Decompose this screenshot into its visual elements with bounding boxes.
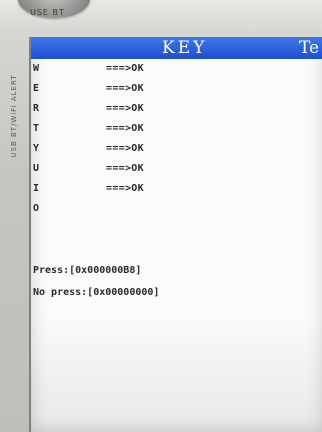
key-name: U: [33, 163, 40, 174]
no-press-code-line: No press:[0x00000000]: [33, 287, 160, 298]
key-status: ===>OK: [106, 103, 144, 114]
key-row: O: [33, 199, 233, 219]
key-status: ===>OK: [106, 143, 144, 154]
key-name: W: [33, 63, 40, 74]
lcd-screen: KEY Te W ===>OK E ===>OK R ===>OK T ===>…: [29, 37, 322, 432]
key-name: E: [33, 83, 40, 94]
key-name: O: [33, 203, 40, 214]
key-name: I: [33, 183, 40, 194]
press-code-line: Press:[0x000000B8]: [33, 265, 142, 276]
side-status-label: USB BT/WiFi ALERT: [10, 74, 18, 158]
key-row: R ===>OK: [33, 99, 233, 119]
screen-title-bar: KEY Te: [31, 37, 322, 59]
knob-label: USE BT: [30, 8, 65, 17]
screen-title-right: Te: [299, 38, 320, 58]
key-status: ===>OK: [106, 163, 144, 174]
key-name: Y: [33, 143, 40, 154]
key-status: ===>OK: [106, 123, 144, 134]
key-status: ===>OK: [106, 63, 144, 74]
key-row: I ===>OK: [33, 179, 233, 199]
handheld-device: USE BT USB BT/WiFi ALERT KEY Te W ===>OK…: [0, 0, 322, 432]
device-top-bezel: USE BT: [0, 0, 322, 36]
key-row: E ===>OK: [33, 79, 233, 99]
key-row: T ===>OK: [33, 119, 233, 139]
key-row: Y ===>OK: [33, 139, 233, 159]
screen-title: KEY: [162, 38, 208, 58]
key-test-list: W ===>OK E ===>OK R ===>OK T ===>OK Y ==…: [33, 59, 233, 219]
key-row: U ===>OK: [33, 159, 233, 179]
key-name: R: [33, 103, 40, 114]
key-name: T: [33, 123, 40, 134]
key-row: W ===>OK: [33, 59, 233, 79]
key-status: ===>OK: [106, 183, 144, 194]
key-status: ===>OK: [106, 83, 144, 94]
screen-glare-shade: [31, 312, 322, 432]
